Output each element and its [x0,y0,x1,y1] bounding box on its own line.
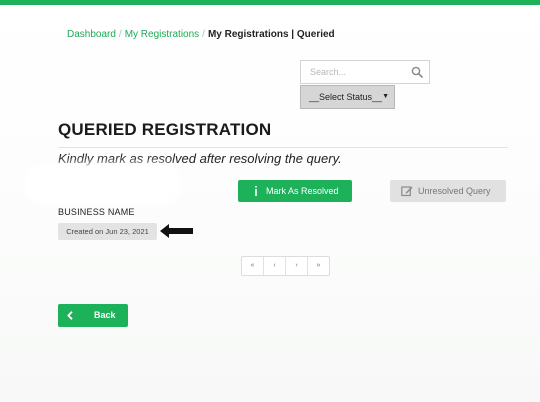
pagination: « ‹ › » [241,256,330,276]
breadcrumb-link-dashboard[interactable]: Dashboard [67,29,116,40]
breadcrumb: Dashboard / My Registrations / My Registrati… [67,29,335,40]
caret-down-icon: ▼ [382,93,389,100]
search-box [300,60,430,84]
business-name: BUSINESS NAME [58,207,135,217]
search-icon[interactable] [411,66,423,78]
status-select[interactable]: __Select Status__ ▼ [300,85,395,109]
breadcrumb-current: My Registrations | Queried [207,29,335,40]
pagination-first-button[interactable]: « [242,257,264,275]
arrow-left-icon [160,224,193,238]
breadcrumb-link-my-registrations[interactable]: My Registrations [125,29,199,40]
back-label: Back [94,310,116,320]
pagination-next-button[interactable]: › [286,257,308,275]
info-icon [255,186,257,196]
unresolved-query-button[interactable]: Unresolved Query [390,180,506,202]
edit-icon [401,186,413,197]
back-button[interactable]: Back [58,304,128,327]
title-divider [58,147,508,148]
redacted-area [30,170,175,198]
unresolved-query-label: Unresolved Query [418,186,491,196]
chevron-left-icon [67,311,73,320]
created-date-badge: Created on Jun 23, 2021 [58,223,157,240]
page-subtitle: Kindly mark as resolved after resolving … [58,151,342,166]
page-title: QUERIED REGISTRATION [58,120,272,139]
breadcrumb-separator: / [118,29,122,40]
mark-as-resolved-label: Mark As Resolved [266,186,339,196]
breadcrumb-separator: / [202,29,205,40]
pagination-last-button[interactable]: » [308,257,329,275]
status-select-value: __Select Status__ [309,92,383,102]
mark-as-resolved-button[interactable]: Mark As Resolved [238,180,352,202]
page-background [0,5,540,402]
pagination-prev-button[interactable]: ‹ [264,257,286,275]
search-input[interactable] [301,61,418,83]
